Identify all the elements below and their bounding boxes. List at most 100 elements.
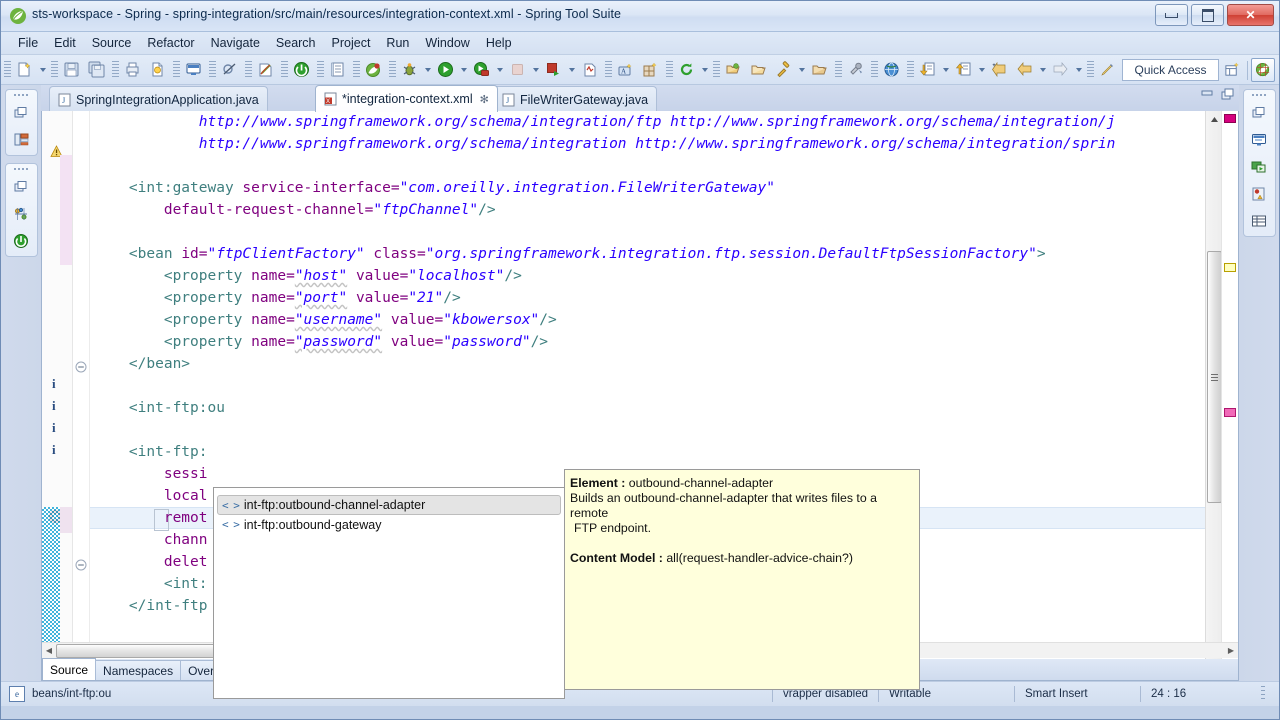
profile-button[interactable] [577,57,602,82]
properties-icon[interactable] [1245,207,1274,234]
skip-all-breakpoints-button[interactable] [217,57,242,82]
coverage-button[interactable] [541,57,566,82]
menu-project[interactable]: Project [324,34,379,52]
status-resize-grip[interactable] [1261,686,1265,702]
close-button[interactable]: ✕ [1227,4,1274,26]
console-icon[interactable] [1245,126,1274,153]
editor-vertical-scrollbar[interactable] [1205,111,1222,659]
stack-grip[interactable] [6,90,37,99]
save-all-button[interactable] [84,57,109,82]
new-wizard-dropdown[interactable] [37,58,48,81]
toolbar-grip-5[interactable] [209,60,216,79]
content-assist-popup[interactable]: < > int-ftp:outbound-channel-adapter < >… [213,487,565,699]
stop-button[interactable] [505,57,530,82]
page-tab-source[interactable]: Source [42,658,97,680]
toolbar-grip-17[interactable] [1087,60,1094,79]
assist-proposal-1[interactable]: < > int-ftp:outbound-gateway [214,515,564,534]
validate-button[interactable] [145,57,170,82]
editor-tab-1[interactable]: X *integration-context.xml ✻ [315,85,498,112]
stack-grip-2[interactable] [6,164,37,173]
toolbar-grip-2[interactable] [51,60,58,79]
page-tab-namespaces[interactable]: Namespaces [95,660,182,680]
editor-gutter[interactable]: i i i i [42,111,73,659]
debug-dropdown[interactable] [422,58,433,81]
run-boot-dropdown[interactable] [494,58,505,81]
pin-editor-button[interactable] [1095,57,1120,82]
refresh-dropdown[interactable] [699,58,710,81]
back-dropdown[interactable] [1037,58,1048,81]
toolbar-grip-8[interactable] [317,60,324,79]
info-marker[interactable]: i [52,376,56,392]
info-marker[interactable]: i [52,398,56,414]
open-task-button[interactable] [325,57,350,82]
new-spring-project-button[interactable] [253,57,278,82]
forward-dropdown[interactable] [1073,58,1084,81]
open-folder-button[interactable] [807,57,832,82]
new-java-package-button[interactable] [638,57,663,82]
overview-error-marker[interactable] [1224,114,1236,123]
toolbar-grip-7[interactable] [281,60,288,79]
toolbar-grip-3[interactable] [112,60,119,79]
toolbar-grip-11[interactable] [605,60,612,79]
run-button[interactable] [433,57,458,82]
menu-window[interactable]: Window [417,34,477,52]
spring-explorer-icon[interactable] [7,227,36,254]
toolbar-grip[interactable] [4,60,11,79]
run-dropdown[interactable] [458,58,469,81]
debug-button[interactable] [397,57,422,82]
menu-help[interactable]: Help [478,34,520,52]
stack-grip-3[interactable] [1244,90,1275,99]
toolbar-grip-4[interactable] [173,60,180,79]
spring-boot-dashboard-button[interactable] [361,57,386,82]
annotation-overview-ruler[interactable] [1221,111,1238,659]
menu-navigate[interactable]: Navigate [203,34,268,52]
maximize-button[interactable] [1191,4,1224,26]
toolbar-grip-6[interactable] [245,60,252,79]
overview-warning-marker[interactable] [1224,263,1236,272]
problems-icon[interactable] [1245,180,1274,207]
back-to-last-edit-button[interactable] [987,57,1012,82]
editor-tab-2[interactable]: J FileWriterGateway.java [493,86,658,112]
editor-folding-column[interactable] [73,111,90,659]
info-marker[interactable]: i [52,442,56,458]
new-wizard-button[interactable] [12,57,37,82]
editor-minimize-button[interactable] [1200,88,1214,103]
scroll-left-arrow-icon[interactable]: ◀ [43,644,55,656]
restore-icon[interactable] [1245,99,1274,126]
new-java-class-button[interactable]: A [613,57,638,82]
run-boot-app-button[interactable] [469,57,494,82]
coverage-dropdown[interactable] [566,58,577,81]
toolbar-grip-13[interactable] [713,60,720,79]
assist-proposal-0[interactable]: < > int-ftp:outbound-channel-adapter [217,495,561,515]
menu-edit[interactable]: Edit [46,34,84,52]
previous-annotation-dropdown[interactable] [940,58,951,81]
menu-refactor[interactable]: Refactor [139,34,202,52]
menu-file[interactable]: File [10,34,46,52]
print-button[interactable] [120,57,145,82]
menu-source[interactable]: Source [84,34,140,52]
terminate-button[interactable] [289,57,314,82]
toolbar-grip-9[interactable] [353,60,360,79]
toolbar-grip-14[interactable] [835,60,842,79]
scroll-up-arrow-icon[interactable] [1206,111,1222,127]
boot-dashboard-icon[interactable] [7,200,36,227]
restore-icon[interactable] [7,173,36,200]
minimize-button[interactable] [1155,4,1188,26]
console-button[interactable] [181,57,206,82]
external-tools-button[interactable] [843,57,868,82]
next-annotation-button[interactable] [951,57,976,82]
progress-icon[interactable] [1245,153,1274,180]
save-button[interactable] [59,57,84,82]
close-icon[interactable]: ✻ [480,93,489,106]
menu-search[interactable]: Search [268,34,324,52]
toolbar-grip-15[interactable] [871,60,878,79]
fold-collapse-icon[interactable] [75,361,87,376]
toolbar-grip-16[interactable] [907,60,914,79]
editor-maximize-button[interactable] [1221,88,1235,103]
menu-run[interactable]: Run [378,34,417,52]
refresh-button[interactable] [674,57,699,82]
toolbar-grip-10[interactable] [389,60,396,79]
open-perspective-button[interactable] [1220,58,1244,82]
editor-tab-0[interactable]: J SpringIntegrationApplication.java [49,86,268,112]
package-explorer-icon[interactable] [7,126,36,153]
